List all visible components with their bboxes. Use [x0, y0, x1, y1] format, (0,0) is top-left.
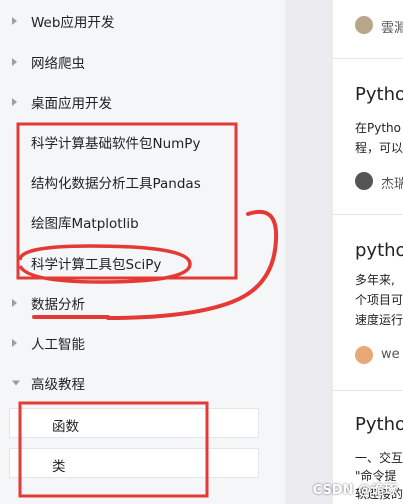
sidebar-item-label: 数据分析 — [31, 297, 85, 313]
chevron-right-icon — [12, 339, 17, 347]
sidebar-item-label: 结构化数据分析工具Pandas — [31, 176, 201, 192]
sidebar-item-web[interactable]: Web应用开发 — [0, 1, 285, 41]
article-excerpt-line: 个项目可 — [355, 293, 403, 307]
sidebar-item-label: 人工智能 — [31, 337, 85, 353]
chevron-right-icon — [12, 17, 17, 25]
divider — [333, 214, 403, 215]
sidebar-subitem-functions[interactable]: 函数 — [9, 408, 259, 438]
article-title[interactable]: pytho — [355, 240, 403, 261]
article-title[interactable]: Pytho — [355, 84, 403, 105]
sidebar-subitem-label: 函数 — [52, 419, 79, 435]
avatar — [355, 16, 373, 34]
sidebar-item-label: 科学计算工具包SciPy — [31, 257, 162, 273]
sidebar-item-pandas[interactable]: 结构化数据分析工具Pandas — [0, 162, 285, 202]
avatar — [355, 346, 373, 364]
article-author: 雲淵 — [381, 21, 403, 36]
sidebar-item-advanced[interactable]: 高级教程 — [0, 363, 285, 403]
article-excerpt-line: 在Pytho — [355, 121, 401, 135]
sidebar-item-label: 高级教程 — [31, 377, 85, 393]
chevron-right-icon — [12, 58, 17, 66]
sidebar-item-scipy[interactable]: 科学计算工具包SciPy — [0, 243, 285, 283]
sidebar-item-label: Web应用开发 — [31, 15, 115, 31]
sidebar-item-numpy[interactable]: 科学计算基础软件包NumPy — [0, 122, 285, 162]
article-author: we — [381, 347, 400, 362]
sidebar-item-label: 科学计算基础软件包NumPy — [31, 136, 201, 152]
sidebar-item-label: 网络爬虫 — [31, 56, 85, 72]
sidebar-item-desktop[interactable]: 桌面应用开发 — [0, 82, 285, 122]
sidebar: Web应用开发 网络爬虫 桌面应用开发 科学计算基础软件包NumPy 结构化数据… — [0, 0, 285, 504]
sidebar-item-label: 绘图库Matplotlib — [31, 216, 139, 232]
sidebar-subitem-label: 类 — [52, 459, 66, 475]
divider — [333, 58, 403, 59]
sidebar-item-ai[interactable]: 人工智能 — [0, 323, 285, 363]
sidebar-item-data-analysis[interactable]: 数据分析 — [0, 283, 285, 323]
sidebar-item-matplotlib[interactable]: 绘图库Matplotlib — [0, 202, 285, 242]
article-excerpt-line: 速度运行 — [355, 313, 403, 327]
article-feed: 雲淵 Pytho 在Pytho 程，可以 杰瑞 pytho 多年来, 个项目可 … — [333, 0, 403, 504]
chevron-right-icon — [12, 299, 17, 307]
avatar — [355, 172, 373, 190]
article-title[interactable]: Pytho — [355, 414, 403, 435]
article-excerpt-line: 程，可以 — [355, 141, 403, 155]
chevron-right-icon — [12, 98, 17, 106]
sidebar-item-crawler[interactable]: 网络爬虫 — [0, 42, 285, 82]
sidebar-item-label: 桌面应用开发 — [31, 96, 112, 112]
article-excerpt-line: 多年来, — [355, 273, 395, 287]
article-author: 杰瑞 — [381, 177, 403, 192]
watermark: CSDN @诡琢 — [312, 483, 397, 498]
article-excerpt-line: 一、交互 — [355, 451, 403, 465]
sidebar-subitem-classes[interactable]: 类 — [9, 448, 259, 478]
chevron-down-icon — [12, 380, 20, 386]
divider — [333, 390, 403, 391]
